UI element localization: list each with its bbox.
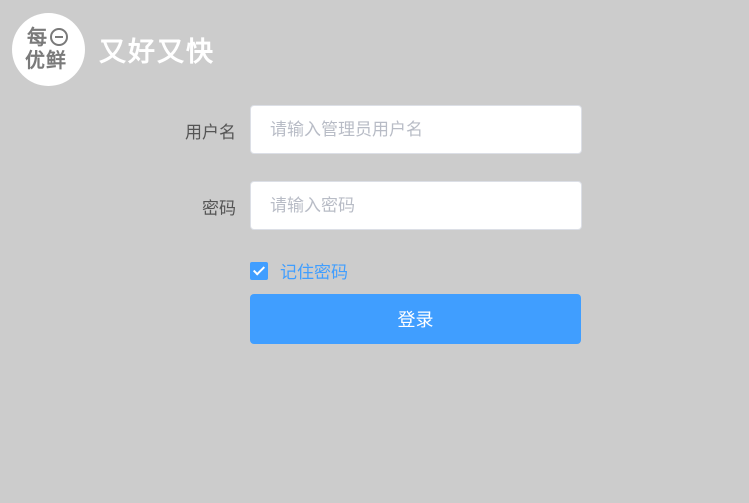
logo-top-char: 每	[27, 25, 48, 49]
logo-top-text: 每	[27, 27, 68, 47]
brand-header: 每 优鲜 又好又快	[12, 13, 215, 86]
username-input[interactable]	[251, 106, 581, 153]
logo-bottom-text: 优鲜	[25, 48, 67, 72]
username-label: 用户名	[185, 123, 236, 143]
remember-password-checkbox[interactable]: 记住密码	[250, 258, 348, 283]
username-field-container	[250, 105, 582, 154]
password-label: 密码	[202, 199, 236, 219]
remember-password-label: 记住密码	[280, 263, 348, 283]
login-button[interactable]: 登录	[250, 294, 581, 344]
checkbox-checked-icon[interactable]	[250, 261, 268, 280]
logo-circle-icon	[50, 28, 68, 46]
password-field-container	[250, 181, 582, 230]
password-input[interactable]	[251, 182, 581, 229]
brand-logo: 每 优鲜	[12, 13, 85, 86]
brand-slogan: 又好又快	[99, 37, 215, 68]
